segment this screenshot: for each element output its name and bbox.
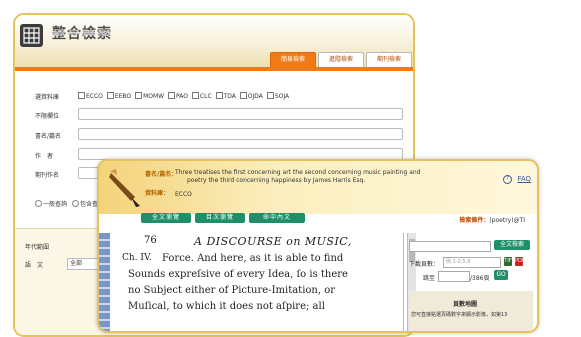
grid-logo-icon	[20, 24, 43, 47]
title-input[interactable]	[78, 128, 403, 140]
faq-link[interactable]: FAQ	[517, 175, 531, 183]
db-pao[interactable]: PAO	[168, 92, 188, 100]
database-checkboxes: ECCO EEBO MOMW PAO CLC TDA OJDA SOJA	[78, 92, 291, 100]
title-meta-line1: Three treatises the first concerning art…	[175, 169, 421, 176]
radio-icon[interactable]	[71, 200, 79, 207]
accent-bar	[15, 67, 413, 71]
journal-label: 期刊作名	[35, 172, 60, 179]
title-meta-line2: poetry the third concerning happiness by…	[187, 177, 366, 184]
full-text-search-input[interactable]	[409, 241, 491, 252]
hit-text-button[interactable]: 命中內文	[249, 213, 305, 223]
title-label: 書名/篇名	[35, 133, 62, 140]
text-line: Muſical, to which it does not aſpire; al…	[128, 301, 325, 312]
checkbox-icon[interactable]	[239, 92, 247, 99]
any-field-label: 不限欄位	[35, 113, 60, 120]
viewer-window: 書名/篇名： Three treatises the first concern…	[97, 159, 539, 333]
page-map-title: 頁數地圖	[453, 301, 478, 308]
author-label: 作 者	[35, 153, 54, 160]
quill-pen-icon	[109, 169, 140, 207]
search-header: 整合檢索 整合檢索 簡易檢索 進階檢索 期刊檢索	[15, 15, 413, 68]
search-mode-radios: 一般查詢 包含查	[35, 199, 98, 208]
jump-label: 跳至	[423, 275, 436, 282]
help-icon[interactable]: ?	[503, 175, 512, 184]
chapter-marker: Ch. IV.	[122, 253, 152, 263]
text-line: Sounds expreſsive of every Idea, ſo is t…	[128, 269, 348, 280]
db-tda[interactable]: TDA	[215, 92, 236, 100]
radio-include[interactable]: 包含查	[71, 200, 98, 208]
download-label: 下載頁數：	[409, 261, 440, 268]
checkbox-icon[interactable]	[78, 92, 85, 99]
total-pages: /386頁	[470, 275, 490, 282]
search-condition: 檢索條件：(poetry)@TI	[459, 217, 525, 224]
checkbox-icon[interactable]	[168, 92, 176, 99]
tab-advanced-search[interactable]: 進階檢索	[318, 52, 364, 68]
tif-icon[interactable]: TIF	[504, 257, 512, 266]
db-momw[interactable]: MOMW	[135, 92, 164, 100]
page-number: 76	[144, 235, 157, 246]
full-text-browse-button[interactable]: 全文瀏覽	[141, 213, 191, 223]
checkbox-icon[interactable]	[135, 92, 143, 99]
viewer-header: 書名/篇名： Three treatises the first concern…	[99, 161, 537, 214]
app-title-reflection: 整合檢索	[52, 28, 112, 36]
language-label: 語 文	[25, 262, 44, 269]
pdf-icon[interactable]: PDF	[515, 257, 525, 266]
db-soja[interactable]: SOJA	[266, 92, 289, 100]
page-map-note: 您可直接點選頁碼數字來顯示影像，如第13	[411, 312, 508, 318]
radio-general[interactable]: 一般查詢	[35, 200, 67, 208]
page-map: 頁數地圖 您可直接點選頁碼數字來顯示影像，如第13	[409, 291, 533, 331]
db-clc[interactable]: CLC	[191, 92, 212, 100]
db-ecco[interactable]: ECCO	[78, 92, 103, 100]
checkbox-icon[interactable]	[106, 92, 114, 99]
text-line: Force. And here, as it is able to find	[162, 253, 344, 264]
checkbox-icon[interactable]	[191, 92, 199, 99]
text-line: no Subject either of Picture-Imitation, …	[128, 285, 336, 296]
source-meta-label: 資料庫：	[145, 190, 170, 197]
checkbox-icon[interactable]	[266, 92, 274, 99]
source-meta-value: ECCO	[175, 191, 192, 198]
tab-simple-search[interactable]: 簡易檢索	[270, 52, 316, 68]
side-panel: 全文檢索 下載頁數： 例:1-2,5,8 TIF PDF 跳至 /386頁 GO…	[409, 239, 533, 331]
title-meta-label: 書名/篇名：	[145, 171, 178, 178]
document-image: 76 A DISCOURSE on MUSIC, Ch. IV. Force. …	[114, 233, 416, 331]
full-text-search-button[interactable]: 全文檢索	[494, 240, 530, 250]
databases-label: 選資料庫	[35, 94, 60, 101]
go-button[interactable]: GO	[494, 270, 508, 280]
thumbnail-strip[interactable]	[99, 233, 110, 331]
any-field-input[interactable]	[78, 108, 403, 120]
checkbox-icon[interactable]	[215, 92, 223, 99]
radio-icon[interactable]	[35, 200, 42, 207]
running-header: A DISCOURSE on MUSIC,	[194, 235, 352, 248]
tab-journal-search[interactable]: 期刊檢索	[366, 52, 412, 68]
year-range-label: 年代範圍	[25, 244, 50, 251]
db-ojda[interactable]: OJDA	[239, 92, 263, 100]
search-tabs: 簡易檢索 進階檢索 期刊檢索	[270, 52, 412, 68]
toc-browse-button[interactable]: 目次瀏覽	[195, 213, 245, 223]
db-eebo[interactable]: EEBO	[106, 92, 131, 100]
download-pages-input[interactable]: 例:1-2,5,8	[443, 257, 501, 268]
jump-page-input[interactable]	[438, 271, 470, 282]
